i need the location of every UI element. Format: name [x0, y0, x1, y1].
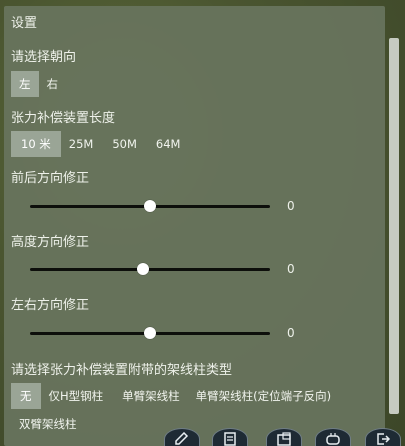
orientation-right-button[interactable]: 右 — [39, 71, 67, 97]
height-thumb[interactable] — [136, 263, 149, 275]
pole-type-options: 无 仅H型钢柱 单臂架线柱 单臂架线柱(定位端子反向) — [11, 383, 336, 409]
front-back-slider[interactable]: 0 — [30, 198, 375, 214]
front-back-thumb[interactable] — [144, 200, 156, 212]
length-50m-button[interactable]: 50M — [101, 131, 148, 157]
edit-icon — [174, 432, 190, 446]
gamepad-button[interactable] — [315, 428, 351, 446]
edit-button[interactable] — [164, 428, 200, 446]
pole-type-none-button[interactable]: 无 — [11, 383, 41, 409]
front-back-value: 0 — [287, 199, 295, 213]
length-64m-button[interactable]: 64M — [148, 131, 189, 157]
window-button[interactable] — [266, 428, 302, 446]
left-right-thumb[interactable] — [144, 327, 156, 339]
length-10m-button[interactable]: 10 米 — [11, 131, 61, 157]
length-options: 10 米 25M 50M 64M — [11, 131, 188, 157]
document-icon — [222, 432, 238, 446]
orientation-label: 请选择朝向 — [11, 50, 77, 65]
left-right-slider[interactable]: 0 — [30, 325, 375, 341]
settings-panel: 设置 请选择朝向 左 右 张力补偿装置长度 10 米 25M 50M 64M 前… — [4, 6, 385, 446]
left-right-value: 0 — [287, 326, 295, 340]
front-back-label: 前后方向修正 — [11, 171, 90, 186]
orientation-options: 左 右 — [11, 71, 66, 97]
orientation-left-button[interactable]: 左 — [11, 71, 39, 97]
height-value: 0 — [287, 262, 295, 276]
length-25m-button[interactable]: 25M — [61, 131, 102, 157]
pole-type-single-arm-button[interactable]: 单臂架线柱 — [111, 383, 191, 409]
left-right-label: 左右方向修正 — [11, 298, 90, 313]
height-track[interactable] — [30, 268, 270, 271]
pole-type-single-arm-reversed-button[interactable]: 单臂架线柱(定位端子反向) — [191, 383, 336, 409]
height-label: 高度方向修正 — [11, 235, 90, 250]
pole-type-label: 请选择张力补偿装置附带的架线柱类型 — [11, 363, 233, 378]
document-button[interactable] — [212, 428, 248, 446]
pole-type-double-arm-button[interactable]: 双臂架线柱 — [11, 411, 85, 437]
pole-type-options-row2: 双臂架线柱 — [11, 411, 85, 437]
gamepad-icon — [325, 432, 341, 446]
height-slider[interactable]: 0 — [30, 261, 375, 277]
pole-type-h-steel-button[interactable]: 仅H型钢柱 — [41, 383, 112, 409]
panel-scrollbar[interactable] — [389, 38, 399, 414]
window-icon — [276, 432, 292, 446]
bottom-toolbar — [160, 428, 405, 446]
panel-title: 设置 — [11, 16, 38, 31]
length-label: 张力补偿装置长度 — [11, 111, 116, 126]
exit-icon — [375, 432, 391, 446]
exit-button[interactable] — [365, 428, 401, 446]
